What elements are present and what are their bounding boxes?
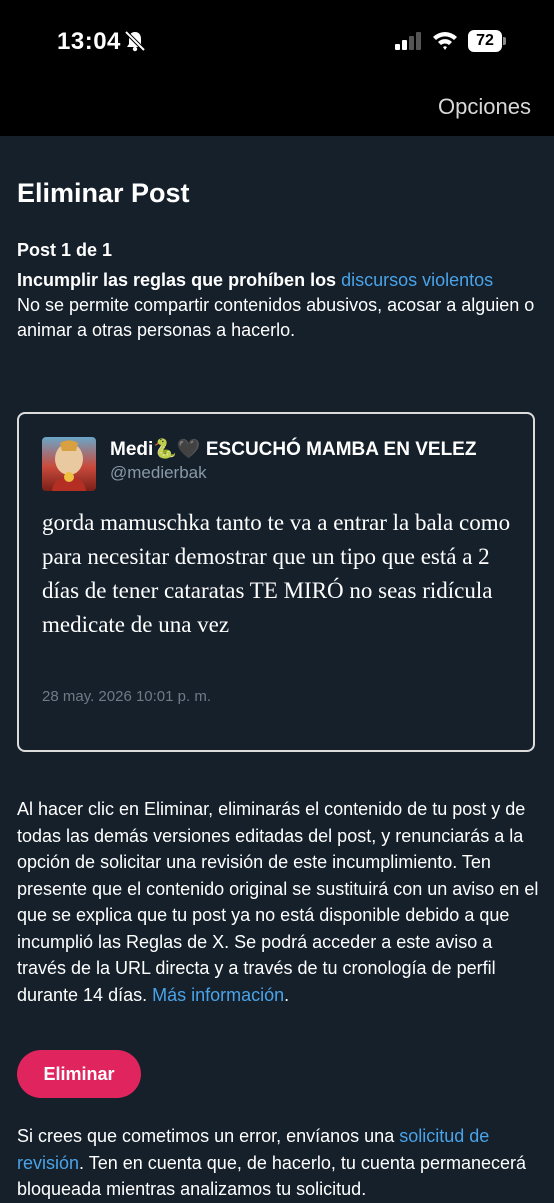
rule-description: No se permite compartir contenidos abusi… [17,295,535,340]
tweet-card: Medi🐍🖤 ESCUCHÓ MAMBA EN VELEZ @medierbak… [17,412,535,752]
page-title: Eliminar Post [17,178,190,208]
appeal-notice: Si crees que cometimos un error, envíano… [17,1123,539,1203]
cellular-signal-icon [395,32,421,50]
battery-icon: 72 [468,30,506,52]
tweet-text: gorda mamuschka tanto te va a entrar la … [42,510,511,637]
options-button[interactable]: Opciones [438,94,531,120]
status-bar: 13:04 72 [0,0,554,84]
battery-level: 72 [468,30,502,52]
deletion-notice-text: Al hacer clic en Eliminar, eliminarás el… [17,799,539,1005]
delete-button[interactable]: Eliminar [17,1050,141,1098]
deletion-notice: Al hacer clic en Eliminar, eliminarás el… [17,796,539,1008]
tweet-author-name: Medi🐍🖤 ESCUCHÓ MAMBA EN VELEZ [110,439,477,460]
appeal-suffix: . Ten en cuenta que, de hacerlo, tu cuen… [17,1152,527,1200]
top-bar: Opciones [0,84,554,136]
notice-period: . [284,984,290,1005]
more-info-link[interactable]: Más información [152,985,284,1005]
avatar [42,437,96,491]
violation-section: Incumplir las reglas que prohíben los di… [17,268,537,343]
appeal-prefix: Si crees que cometimos un error, envíano… [17,1126,395,1146]
rule-prefix: Incumplir las reglas que prohíben los [17,270,337,290]
violent-speech-link[interactable]: discursos violentos [341,270,493,290]
tweet-timestamp: 28 may. 2026 10:01 p. m. [42,688,211,705]
tweet-author-handle: @medierbak [110,463,207,482]
bell-muted-icon [124,30,146,52]
clock: 13:04 [57,28,121,55]
wifi-icon [433,32,457,50]
post-count: Post 1 de 1 [17,240,113,260]
rule-title: Incumplir las reglas que prohíben los di… [17,270,493,290]
